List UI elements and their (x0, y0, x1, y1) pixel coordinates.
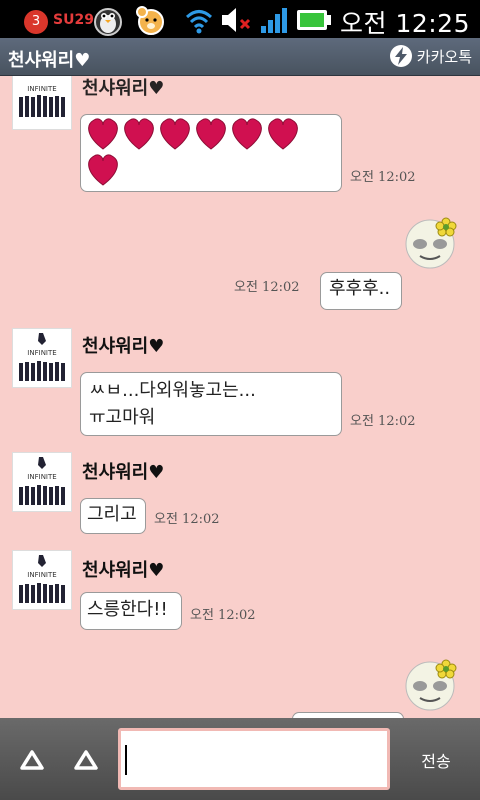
message-bubble[interactable]: 그리고 (80, 498, 146, 534)
message-bubble[interactable] (80, 114, 342, 192)
kakaotalk-button[interactable]: 카카오톡 (389, 44, 472, 68)
text-cursor (125, 745, 127, 775)
up-triangle-icon (20, 750, 44, 770)
sender-name: 천샤워리♥ (82, 560, 165, 581)
message-time: 오전 12:02 (234, 280, 300, 295)
notification-badge-icon: 3 (24, 10, 48, 34)
avatar[interactable]: INFINITE (12, 452, 72, 512)
svg-text:INFINITE: INFINITE (27, 571, 56, 579)
message-time: 오전 12:02 (154, 512, 220, 527)
message-input-bar: 전송 (0, 718, 480, 800)
sender-name: 천샤워리♥ (82, 462, 165, 483)
sender-name: 천샤워리♥ (82, 78, 165, 99)
sender-name: 천샤워리♥ (82, 336, 165, 357)
app-name: 카카오톡 (416, 47, 472, 66)
message-input[interactable] (118, 728, 390, 790)
signal-icon (261, 8, 287, 33)
penguin-app-icon (94, 8, 122, 36)
chat-title: 천샤워리♥ (8, 50, 91, 71)
clock: 오전 12:25 (340, 9, 470, 38)
carrier-icon: SU29 (53, 12, 94, 28)
heart-emoticon (88, 118, 298, 186)
status-bar: 3 SU29 오전 12:25 (0, 0, 480, 38)
message-text: ㅠ고마워 (89, 407, 156, 428)
kakaotalk-icon (389, 45, 412, 67)
emoticon-button[interactable] (16, 744, 48, 776)
svg-text:INFINITE: INFINITE (27, 473, 56, 481)
message-time: 오전 12:02 (190, 608, 256, 623)
attach-button[interactable] (70, 744, 102, 776)
wifi-icon (185, 10, 213, 34)
svg-text:INFINITE: INFINITE (27, 349, 56, 357)
up-triangle-icon (74, 750, 98, 770)
battery-icon (297, 10, 331, 30)
my-avatar[interactable] (404, 214, 460, 270)
message-bubble[interactable]: ㅆㅂ...다외워놓고는... ㅠ고마워 (80, 372, 342, 436)
svg-text:INFINITE: INFINITE (27, 85, 56, 93)
my-message-bubble[interactable]: 후후후.. (320, 272, 402, 310)
send-button[interactable]: 전송 (400, 748, 472, 772)
chat-area[interactable]: INFINITE 천샤워리♥ 오전 12:02 오전 12:02 후후후.. I… (0, 76, 480, 718)
avatar[interactable]: INFINITE (12, 550, 72, 610)
avatar[interactable]: INFINITE (12, 76, 72, 130)
my-avatar[interactable] (404, 656, 460, 712)
avatar[interactable]: INFINITE (12, 328, 72, 388)
message-time: 오전 12:02 (350, 414, 416, 429)
message-text: ㅆㅂ...다외워놓고는... (89, 380, 256, 401)
message-bubble[interactable]: 스릉한다!! (80, 592, 182, 630)
message-time: 오전 12:02 (350, 170, 416, 185)
bear-app-icon (136, 6, 164, 35)
mute-icon (222, 8, 251, 32)
chat-header: 천샤워리♥ 카카오톡 (0, 38, 480, 76)
